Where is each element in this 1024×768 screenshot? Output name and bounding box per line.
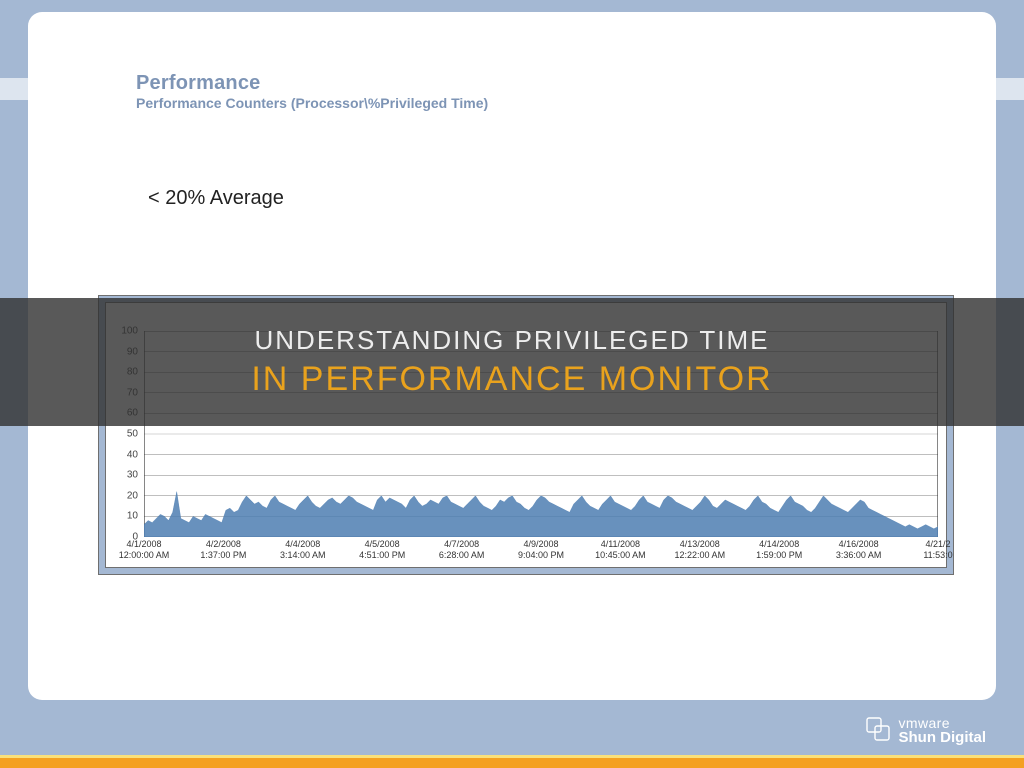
brand-text: vmware Shun Digital: [899, 716, 987, 746]
brand-top: vmware: [899, 716, 987, 731]
y-tick-label: 50: [127, 429, 138, 440]
brand-block: vmware Shun Digital: [865, 716, 987, 746]
x-tick-label: 4/5/20084:51:00 PM: [359, 539, 405, 561]
page-subtitle: Performance Counters (Processor\%Privile…: [136, 95, 488, 111]
x-axis-ticks: 4/1/200812:00:00 AM4/2/20081:37:00 PM4/4…: [144, 537, 938, 567]
average-text: < 20% Average: [148, 187, 284, 210]
x-tick-label: 4/13/200812:22:00 AM: [675, 539, 726, 561]
x-tick-label: 4/9/20089:04:00 PM: [518, 539, 564, 561]
page-title: Performance: [136, 72, 488, 95]
y-tick-label: 40: [127, 449, 138, 460]
x-tick-label: 4/16/20083:36:00 AM: [836, 539, 882, 561]
y-tick-label: 10: [127, 511, 138, 522]
overlay-band: UNDERSTANDING PRIVILEGED TIME IN PERFORM…: [0, 298, 1024, 426]
title-block: Performance Performance Counters (Proces…: [136, 72, 488, 111]
x-tick-label: 4/7/20086:28:00 AM: [439, 539, 485, 561]
brand-bottom: Shun Digital: [899, 730, 987, 746]
y-tick-label: 20: [127, 490, 138, 501]
x-tick-label: 4/11/200810:45:00 AM: [595, 539, 646, 561]
overlay-title-line1: UNDERSTANDING PRIVILEGED TIME: [255, 325, 770, 356]
x-tick-label: 4/1/200812:00:00 AM: [119, 539, 170, 561]
y-tick-label: 30: [127, 470, 138, 481]
overlay-title-line2: IN PERFORMANCE MONITOR: [251, 360, 772, 399]
x-tick-label: 4/4/20083:14:00 AM: [280, 539, 326, 561]
footer-stripe-orange: [0, 758, 1024, 768]
x-tick-label: 4/14/20081:59:00 PM: [756, 539, 802, 561]
x-tick-label: 4/21/211:53:0: [923, 539, 952, 561]
x-tick-label: 4/2/20081:37:00 PM: [200, 539, 246, 561]
vmware-logo-icon: [865, 716, 891, 742]
